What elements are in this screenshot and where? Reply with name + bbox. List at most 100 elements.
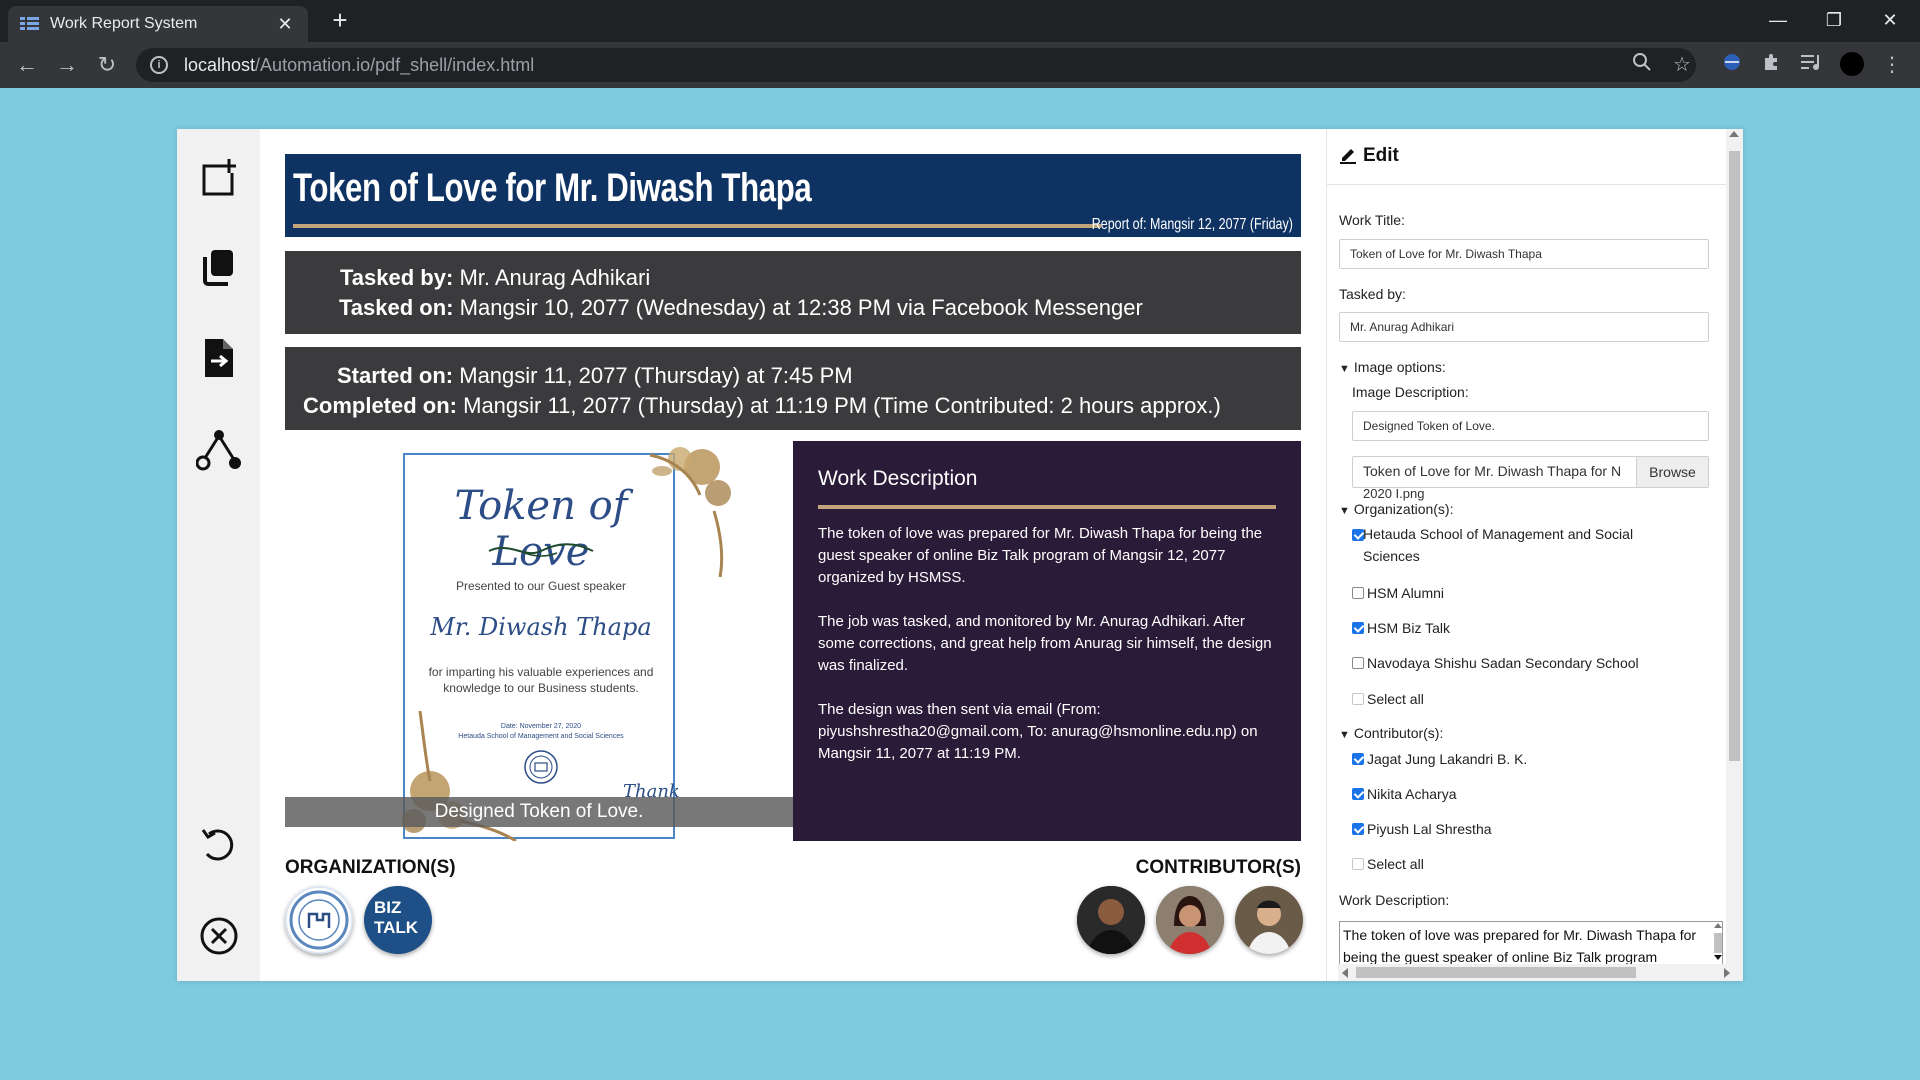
- contributor-select-all-checkbox[interactable]: [1352, 858, 1364, 870]
- certificate-line2: knowledge to our Business students.: [443, 681, 639, 695]
- scrollbar-thumb[interactable]: [1729, 151, 1740, 761]
- org-option-label: Navodaya Shishu Sadan Secondary School: [1367, 655, 1639, 671]
- tasked-by-value: Mr. Anurag Adhikari: [459, 265, 651, 290]
- tasked-on-value: Mangsir 10, 2077 (Wednesday) at 12:38 PM…: [459, 295, 1143, 320]
- description-paragraph: The token of love was prepared for Mr. D…: [818, 525, 1263, 586]
- contributor-avatar[interactable]: [1156, 886, 1224, 954]
- contributor-checkbox[interactable]: [1352, 823, 1364, 835]
- media-queue-icon[interactable]: [1798, 52, 1826, 78]
- work-section: Token of Love Presented to our Guest spe…: [285, 441, 1301, 841]
- edit-header: Edit: [1327, 129, 1727, 185]
- image-file-input[interactable]: Token of Love for Mr. Diwash Thapa for N…: [1352, 456, 1709, 488]
- work-description-panel: Work Description The token of love was p…: [793, 441, 1301, 841]
- report-preview: Token of Love for Mr. Diwash Thapa Repor…: [285, 154, 1303, 954]
- textarea-vertical-scrollbar[interactable]: [1712, 919, 1724, 965]
- browser-toolbar: ← → ↻ i localhost/Automation.io/pdf_shel…: [0, 42, 1920, 88]
- textarea-scroll-thumb[interactable]: [1714, 933, 1722, 953]
- add-page-icon[interactable]: [195, 153, 243, 201]
- school-seal-icon: [524, 750, 558, 784]
- app-frame: Token of Love for Mr. Diwash Thapa Repor…: [177, 129, 1743, 981]
- file-name-continued: 2020 I.png: [1363, 486, 1425, 501]
- contributor-avatar[interactable]: [1077, 886, 1145, 954]
- contributors-field-label: Contributor(s):: [1353, 725, 1444, 741]
- description-paragraph: The design was then sent via email (From…: [818, 701, 1258, 762]
- org-checkbox-navodaya[interactable]: [1352, 657, 1364, 669]
- contributor-checkbox[interactable]: [1352, 788, 1364, 800]
- work-title-input[interactable]: Token of Love for Mr. Diwash Thapa: [1339, 239, 1709, 269]
- disclosure-triangle-icon: ▼: [1339, 505, 1350, 517]
- tasked-by-input[interactable]: Mr. Anurag Adhikari: [1339, 312, 1709, 342]
- zoom-icon[interactable]: [1630, 52, 1654, 78]
- org-checkbox-alumni[interactable]: [1352, 587, 1364, 599]
- org-logo-biz-talk[interactable]: BIZ TALK: [364, 886, 432, 954]
- textarea-horizontal-scrollbar[interactable]: [1338, 964, 1736, 981]
- bookmark-star-icon[interactable]: ☆: [1670, 52, 1694, 78]
- edit-title: Edit: [1363, 145, 1399, 166]
- pencil-icon: [1340, 149, 1356, 164]
- textarea-scroll-down-icon[interactable]: [1714, 955, 1722, 960]
- browser-menu-icon[interactable]: ⋮: [1878, 52, 1906, 78]
- scroll-right-arrow-icon[interactable]: [1724, 968, 1730, 978]
- reload-button[interactable]: ↻: [92, 50, 122, 80]
- image-options-toggle[interactable]: ▼ Image options:: [1339, 359, 1446, 375]
- list-favicon-icon: [20, 16, 40, 32]
- image-options-label: Image options:: [1353, 359, 1446, 375]
- contributor-checkbox[interactable]: [1352, 753, 1364, 765]
- minimize-button[interactable]: —: [1750, 0, 1806, 42]
- address-bar[interactable]: i localhost/Automation.io/pdf_shell/inde…: [136, 48, 1696, 82]
- org-checkbox-biz-talk[interactable]: [1352, 622, 1364, 634]
- work-description-field-label: Work Description:: [1339, 892, 1450, 908]
- scroll-up-arrow-icon[interactable]: [1729, 131, 1739, 137]
- certificate-presented: Presented to our Guest speaker: [455, 579, 627, 593]
- restore-button[interactable]: ❐: [1806, 0, 1862, 42]
- share-icon[interactable]: [195, 425, 243, 473]
- scroll-left-arrow-icon[interactable]: [1342, 968, 1348, 978]
- copy-icon[interactable]: [195, 243, 243, 291]
- close-circle-icon[interactable]: [195, 912, 243, 960]
- sidebar: [177, 129, 260, 981]
- report-title-bar: Token of Love for Mr. Diwash Thapa Repor…: [285, 154, 1301, 237]
- gold-roses-top-icon: [649, 447, 731, 578]
- org-logo-hetauda[interactable]: [285, 886, 353, 954]
- new-tab-button[interactable]: +: [324, 6, 356, 36]
- site-info-icon[interactable]: i: [150, 56, 168, 74]
- url-host: localhost: [184, 54, 256, 75]
- file-name: Token of Love for Mr. Diwash Thapa for N: [1363, 463, 1622, 479]
- contributor-option-label: Jagat Jung Lakandri B. K.: [1367, 751, 1528, 767]
- organizations-toggle[interactable]: ▼ Organization(s):: [1339, 501, 1453, 517]
- contributor-avatar[interactable]: [1235, 886, 1303, 954]
- completed-on-label: Completed on:: [303, 393, 457, 418]
- work-description-title: Work Description: [818, 467, 978, 490]
- extension-globe-icon[interactable]: [1718, 52, 1746, 78]
- back-button[interactable]: ←: [12, 50, 42, 80]
- title-underline: [293, 224, 1101, 228]
- started-on-label: Started on:: [337, 363, 454, 388]
- contributors-toggle[interactable]: ▼ Contributor(s):: [1339, 725, 1443, 741]
- image-description-input[interactable]: Designed Token of Love.: [1352, 411, 1709, 441]
- org-option-label: Hetauda School of Management and Social …: [1363, 526, 1634, 564]
- description-underline: [818, 505, 1276, 509]
- profile-avatar-icon[interactable]: [1838, 52, 1866, 78]
- edit-panel-vertical-scrollbar[interactable]: [1726, 129, 1743, 981]
- completed-on-value: Mangsir 11, 2077 (Thursday) at 11:19 PM …: [463, 393, 1221, 418]
- tab-close-icon[interactable]: ✕: [274, 14, 296, 35]
- textarea-scroll-up-icon[interactable]: [1714, 923, 1722, 928]
- undo-icon[interactable]: [195, 820, 243, 868]
- horizontal-scrollbar-thumb[interactable]: [1356, 967, 1636, 978]
- certificate-line1: for imparting his valuable experiences a…: [428, 665, 654, 679]
- school-logo-icon: [289, 890, 349, 950]
- forward-button[interactable]: →: [52, 50, 82, 80]
- contributor-select-all-label: Select all: [1367, 856, 1424, 872]
- export-document-icon[interactable]: [195, 334, 243, 382]
- flourish-icon: [488, 543, 594, 557]
- extensions-puzzle-icon[interactable]: [1758, 52, 1786, 78]
- browser-tab[interactable]: Work Report System ✕: [8, 6, 308, 42]
- edit-panel: Edit Work Title: Token of Love for Mr. D…: [1326, 129, 1743, 981]
- browse-button[interactable]: Browse: [1636, 457, 1708, 487]
- started-on-value: Mangsir 11, 2077 (Thursday) at 7:45 PM: [459, 363, 853, 388]
- window-close-button[interactable]: ✕: [1862, 0, 1918, 42]
- tasked-on-row: Tasked on: Mangsir 10, 2077 (Wednesday) …: [339, 293, 1143, 323]
- org-select-all-checkbox[interactable]: [1352, 693, 1364, 705]
- certificate-name: Mr. Diwash Thapa: [430, 613, 652, 641]
- image-caption: Designed Token of Love.: [285, 797, 793, 827]
